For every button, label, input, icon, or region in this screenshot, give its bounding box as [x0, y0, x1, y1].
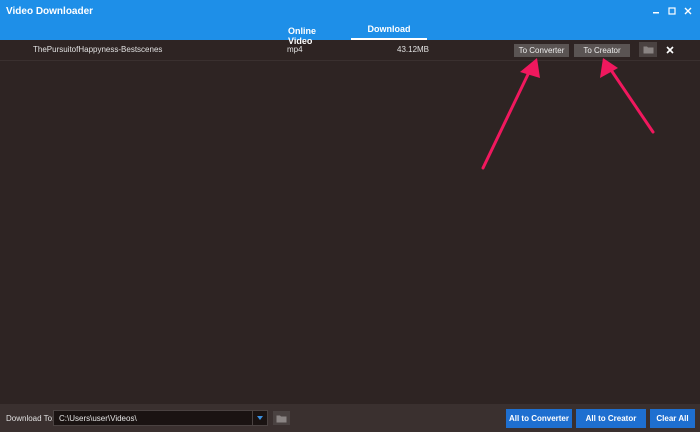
- annotation-arrows: [481, 58, 655, 170]
- clear-all-button[interactable]: Clear All: [650, 409, 695, 428]
- window-controls: [650, 5, 694, 17]
- maximize-icon[interactable]: [666, 5, 678, 17]
- folder-icon: [276, 415, 287, 422]
- tab-download[interactable]: Download: [351, 20, 427, 40]
- to-converter-button[interactable]: To Converter: [514, 44, 569, 57]
- open-folder-button[interactable]: [639, 42, 657, 57]
- bottom-bar: Download To: All to Converter All to Cre…: [0, 404, 700, 432]
- remove-item-button[interactable]: [664, 44, 676, 56]
- download-to-label: Download To:: [6, 414, 55, 423]
- video-size: 43.12MB: [397, 45, 430, 54]
- folder-icon: [643, 46, 653, 54]
- table-row: ThePursuitofHappyness-Bestscenes mp4 43.…: [0, 40, 700, 61]
- app-title: Video Downloader: [6, 6, 94, 17]
- close-icon[interactable]: [682, 5, 694, 17]
- chevron-down-icon: [257, 416, 263, 420]
- to-creator-button[interactable]: To Creator: [574, 44, 630, 57]
- tab-bar: Online Video Download: [275, 20, 427, 46]
- video-format: mp4: [287, 45, 303, 54]
- path-dropdown-button[interactable]: [253, 410, 268, 426]
- minimize-icon[interactable]: [650, 5, 662, 17]
- browse-folder-button[interactable]: [273, 411, 290, 425]
- title-bar: Video Downloader Online Video Download: [0, 0, 700, 46]
- all-to-converter-button[interactable]: All to Converter: [506, 409, 572, 428]
- tab-online-video[interactable]: Online Video: [275, 20, 351, 46]
- arrow-to-converter: [481, 58, 540, 170]
- all-to-creator-button[interactable]: All to Creator: [576, 409, 646, 428]
- close-icon: [666, 46, 674, 54]
- arrow-to-creator: [600, 58, 655, 134]
- video-name: ThePursuitofHappyness-Bestscenes: [33, 45, 163, 54]
- download-path-input[interactable]: [53, 410, 253, 426]
